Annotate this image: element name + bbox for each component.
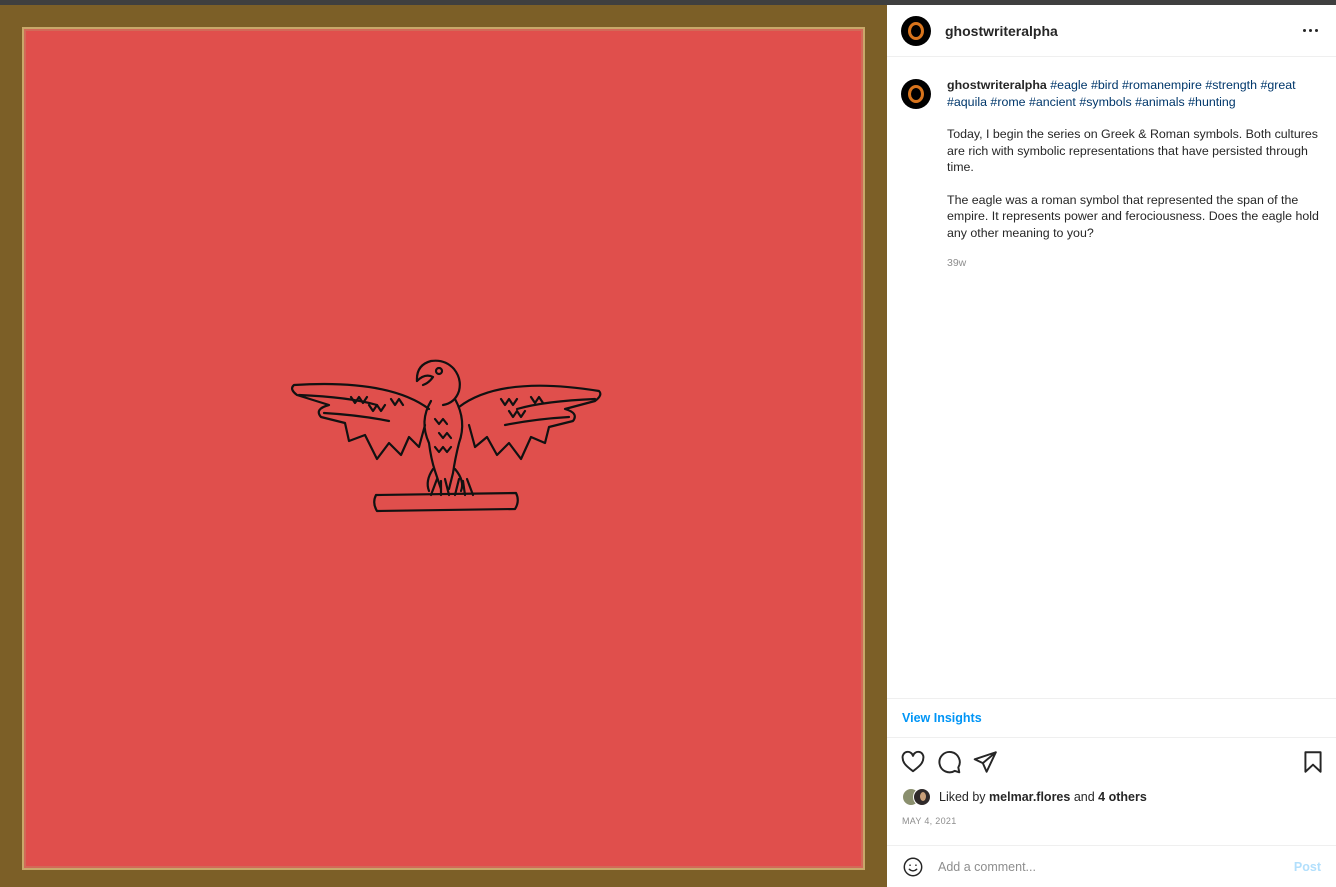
likes-summary: Liked by melmar.flores and 4 others	[902, 787, 1147, 807]
liker-username[interactable]: melmar.flores	[989, 790, 1070, 804]
comment-icon[interactable]	[936, 749, 962, 775]
share-icon[interactable]	[972, 749, 998, 775]
caption-username[interactable]: ghostwriteralpha	[947, 78, 1047, 92]
hashtag-animals[interactable]: #animals	[1135, 95, 1185, 109]
post-header: ghostwriteralpha	[887, 5, 1336, 57]
post-date[interactable]: MAY 4, 2021	[902, 816, 957, 826]
comment-bar: Post	[887, 845, 1336, 887]
post-age[interactable]: 39w	[947, 255, 1324, 272]
save-bookmark-icon[interactable]	[1300, 749, 1326, 775]
hashtag-ancient[interactable]: #ancient	[1029, 95, 1076, 109]
hashtag-hunting[interactable]: #hunting	[1188, 95, 1236, 109]
post-image	[22, 27, 865, 870]
view-insights-link[interactable]: View Insights	[902, 711, 982, 725]
hashtag-romanempire[interactable]: #romanempire	[1122, 78, 1202, 92]
avatar[interactable]	[901, 15, 931, 46]
heart-icon[interactable]	[900, 749, 926, 775]
hashtag-bird[interactable]: #bird	[1091, 78, 1119, 92]
caption-first-line: ghostwriteralpha #eagle #bird #romanempi…	[947, 77, 1324, 110]
post-comment-button[interactable]: Post	[1294, 860, 1321, 874]
author-username[interactable]: ghostwriteralpha	[945, 23, 1058, 39]
likes-text: Liked by melmar.flores and 4 others	[939, 790, 1147, 804]
likes-others-link[interactable]: 4 others	[1098, 790, 1147, 804]
action-bar	[887, 747, 1336, 777]
hashtag-eagle[interactable]: #eagle	[1050, 78, 1087, 92]
comment-input[interactable]	[938, 859, 1294, 874]
insights-bar: View Insights	[887, 698, 1336, 738]
caption-paragraph-2: The eagle was a roman symbol that repres…	[947, 192, 1319, 240]
caption-body: ghostwriteralpha #eagle #bird #romanempi…	[947, 77, 1324, 272]
hashtag-rome[interactable]: #rome	[990, 95, 1025, 109]
emoji-icon[interactable]	[902, 856, 924, 878]
roman-eagle-drawing	[290, 359, 602, 513]
caption-paragraph-1: Today, I begin the series on Greek & Rom…	[947, 127, 1318, 174]
likes-prefix: Liked by	[939, 790, 986, 804]
hashtag-great[interactable]: #great	[1260, 78, 1295, 92]
post-image-panel[interactable]	[0, 5, 887, 887]
hashtag-strength[interactable]: #strength	[1205, 78, 1257, 92]
likes-conjunction: and	[1073, 790, 1095, 804]
hashtag-symbols[interactable]: #symbols	[1079, 95, 1131, 109]
caption-avatar[interactable]	[901, 79, 931, 109]
hashtag-aquila[interactable]: #aquila	[947, 95, 987, 109]
more-options-icon[interactable]	[1298, 19, 1322, 43]
caption: ghostwriteralpha #eagle #bird #romanempi…	[901, 77, 1324, 272]
post-sidebar: ghostwriteralpha ghostwriteralpha #eagle…	[887, 5, 1336, 887]
liker-avatar[interactable]	[913, 788, 931, 806]
